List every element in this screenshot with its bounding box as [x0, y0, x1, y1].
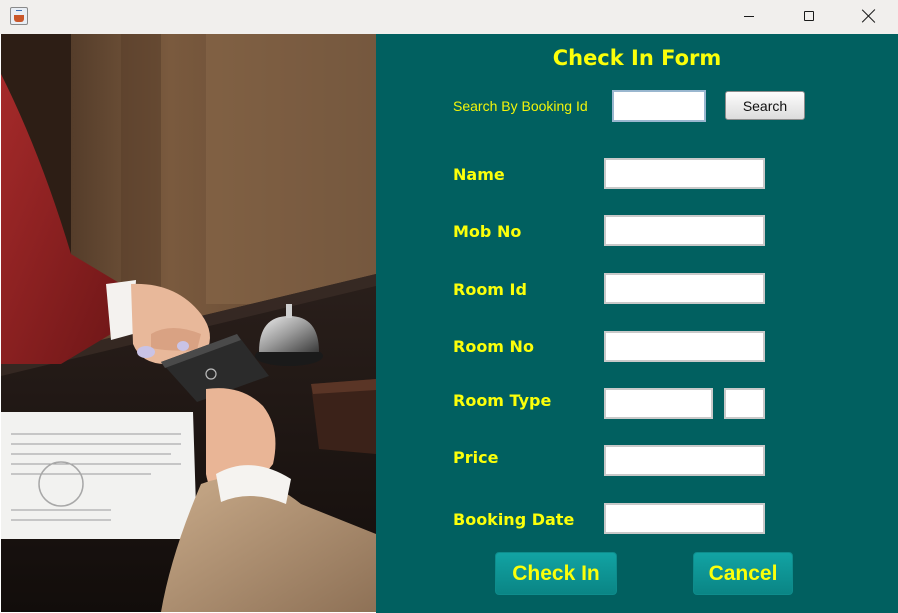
close-icon [862, 9, 876, 23]
window-titlebar [0, 0, 898, 34]
close-button[interactable] [846, 0, 892, 32]
room-type-label: Room Type [453, 391, 552, 410]
room-id-input[interactable] [604, 273, 765, 304]
maximize-button[interactable] [786, 0, 832, 32]
room-type-secondary-input[interactable] [724, 388, 765, 419]
room-id-label: Room Id [453, 280, 527, 299]
name-label: Name [453, 165, 505, 184]
minimize-button[interactable] [726, 0, 772, 32]
room-type-input[interactable] [604, 388, 713, 419]
room-no-input[interactable] [604, 331, 765, 362]
minimize-icon [744, 15, 754, 17]
price-input[interactable] [604, 445, 765, 476]
room-no-label: Room No [453, 337, 534, 356]
mob-no-input[interactable] [604, 215, 765, 246]
booking-date-input[interactable] [604, 503, 765, 534]
java-coffee-cup-icon [10, 7, 28, 25]
price-label: Price [453, 448, 499, 467]
form-title: Check In Form [552, 46, 722, 70]
name-input[interactable] [604, 158, 765, 189]
booking-id-search-input[interactable] [612, 90, 706, 122]
mob-no-label: Mob No [453, 222, 522, 241]
hotel-reception-photo [1, 34, 376, 612]
reception-illustration [1, 34, 376, 612]
check-in-form-panel: Check In Form Search By Booking Id Searc… [376, 34, 898, 613]
search-button[interactable]: Search [725, 91, 805, 120]
booking-date-label: Booking Date [453, 510, 575, 529]
check-in-button[interactable]: Check In [495, 552, 617, 595]
search-by-booking-id-label: Search By Booking Id [453, 98, 588, 114]
maximize-icon [804, 11, 814, 21]
cancel-button[interactable]: Cancel [693, 552, 793, 595]
